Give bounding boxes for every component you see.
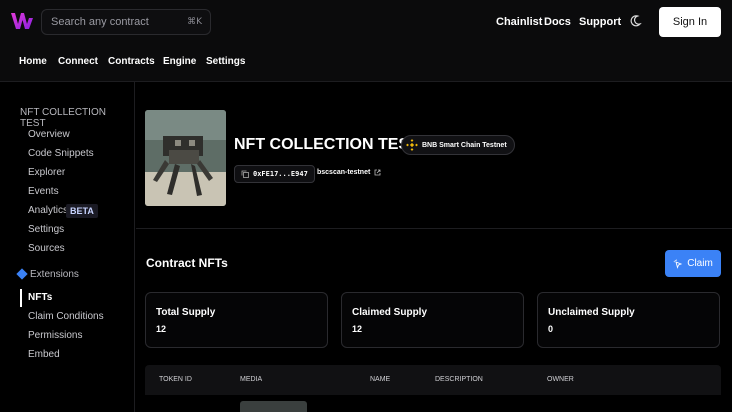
moon-icon[interactable] [628, 14, 642, 28]
column-owner[interactable]: OWNER [547, 376, 574, 383]
cursor-click-icon [673, 259, 683, 269]
stat-label: Unclaimed Supply [548, 307, 635, 318]
sidebar-item-code-snippets[interactable]: Code Snippets [28, 148, 94, 159]
stat-value: 12 [156, 324, 167, 334]
nav-contracts[interactable]: Contracts [108, 56, 155, 67]
extensions-icon [16, 268, 28, 280]
chainlist-link[interactable]: Chainlist [496, 16, 542, 28]
sidebar-title: NFT COLLECTION TEST [20, 107, 106, 129]
column-token-id[interactable]: TOKEN ID [159, 376, 192, 383]
section-divider [136, 228, 732, 229]
sub-nav: Home Connect Contracts Engine Settings [0, 44, 732, 82]
stat-label: Claimed Supply [352, 307, 428, 318]
top-bar: Search any contract ⌘K Chainlist Docs Su… [0, 0, 732, 44]
contract-title: NFT COLLECTION TEST [234, 136, 419, 153]
nav-connect[interactable]: Connect [58, 56, 98, 67]
copy-icon [241, 170, 249, 178]
chain-name: BNB Smart Chain Testnet [422, 141, 507, 149]
stat-value: 0 [548, 324, 554, 334]
stat-label: Total Supply [156, 307, 216, 318]
stat-value: 12 [352, 324, 363, 334]
nft-table-header: TOKEN ID MEDIA NAME DESCRIPTION OWNER [145, 365, 721, 395]
nav-engine[interactable]: Engine [163, 56, 196, 67]
sidebar-item-claim-conditions[interactable]: Claim Conditions [28, 311, 104, 322]
support-link[interactable]: Support [579, 16, 621, 28]
active-indicator [20, 289, 22, 307]
sidebar-item-events[interactable]: Events [28, 186, 59, 197]
sidebar-item-overview[interactable]: Overview [28, 129, 70, 140]
bnb-icon [406, 139, 418, 151]
stat-card-total-supply: Total Supply 12 [145, 292, 328, 348]
sidebar-item-settings[interactable]: Settings [28, 224, 64, 235]
docs-link[interactable]: Docs [544, 16, 571, 28]
beta-badge: BETA [66, 204, 98, 218]
contract-address-copy[interactable]: 0xFE17...E947 [234, 165, 315, 183]
search-shortcut: ⌘K [187, 17, 202, 27]
sidebar-item-analytics[interactable]: Analytics [28, 205, 68, 216]
stat-card-claimed-supply: Claimed Supply 12 [341, 292, 524, 348]
contract-address: 0xFE17...E947 [253, 170, 308, 178]
explorer-link[interactable]: bscscan-testnet [317, 169, 381, 176]
explorer-label: bscscan-testnet [317, 169, 371, 176]
column-description[interactable]: DESCRIPTION [435, 376, 483, 383]
sidebar: NFT COLLECTION TEST Overview Code Snippe… [0, 82, 135, 412]
extensions-label: Extensions [30, 269, 79, 280]
sidebar-item-sources[interactable]: Sources [28, 243, 65, 254]
search-placeholder: Search any contract [51, 16, 149, 28]
sidebar-item-explorer[interactable]: Explorer [28, 167, 65, 178]
claim-button[interactable]: Claim [665, 250, 721, 277]
section-title: Contract NFTs [146, 256, 228, 270]
nav-home[interactable]: Home [19, 56, 47, 67]
stat-card-unclaimed-supply: Unclaimed Supply 0 [537, 292, 720, 348]
contract-image [145, 110, 226, 206]
sign-in-button[interactable]: Sign In [659, 7, 721, 37]
sidebar-item-nfts[interactable]: NFTs [28, 292, 52, 303]
sidebar-item-permissions[interactable]: Permissions [28, 330, 82, 341]
column-media[interactable]: MEDIA [240, 376, 262, 383]
external-link-icon [374, 169, 381, 176]
search-input[interactable]: Search any contract ⌘K [41, 9, 211, 35]
chain-badge[interactable]: BNB Smart Chain Testnet [401, 135, 515, 155]
nav-settings[interactable]: Settings [206, 56, 245, 67]
column-name[interactable]: NAME [370, 376, 390, 383]
sidebar-item-embed[interactable]: Embed [28, 349, 60, 360]
main-content: NFT COLLECTION TEST BNB Smart Chain Test… [136, 82, 732, 412]
claim-label: Claim [687, 258, 713, 269]
nft-media-thumbnail[interactable] [240, 401, 307, 412]
app-logo[interactable] [10, 10, 34, 32]
